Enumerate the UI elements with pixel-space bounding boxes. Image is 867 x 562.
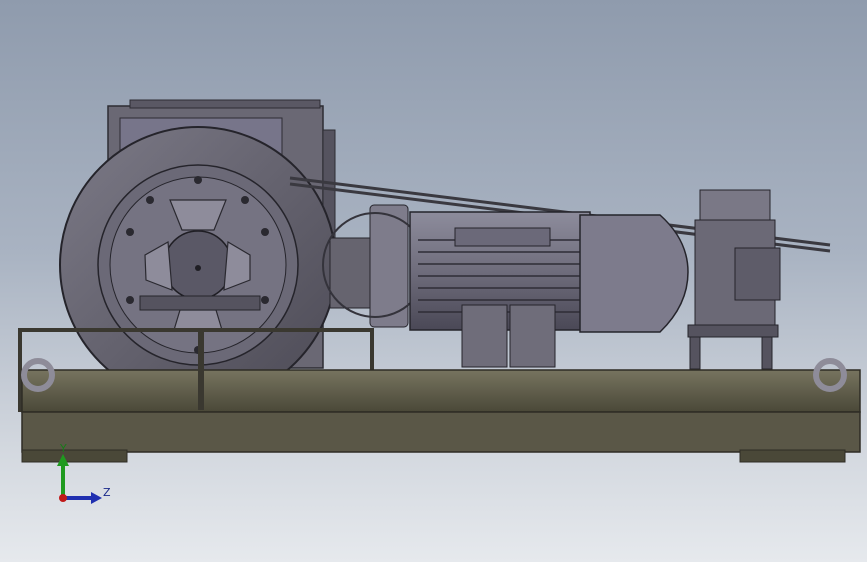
drum-mount-plate xyxy=(139,295,261,311)
graphics-viewport[interactable]: Y Z xyxy=(0,0,867,562)
z-axis-label: Z xyxy=(103,486,111,499)
y-axis-arrowhead xyxy=(57,454,69,466)
brake-unit xyxy=(687,189,781,370)
y-axis-label: Y xyxy=(60,442,67,455)
origin-point xyxy=(59,494,67,502)
z-axis-arrowhead xyxy=(91,492,102,504)
winch-assembly-model[interactable] xyxy=(0,0,867,562)
